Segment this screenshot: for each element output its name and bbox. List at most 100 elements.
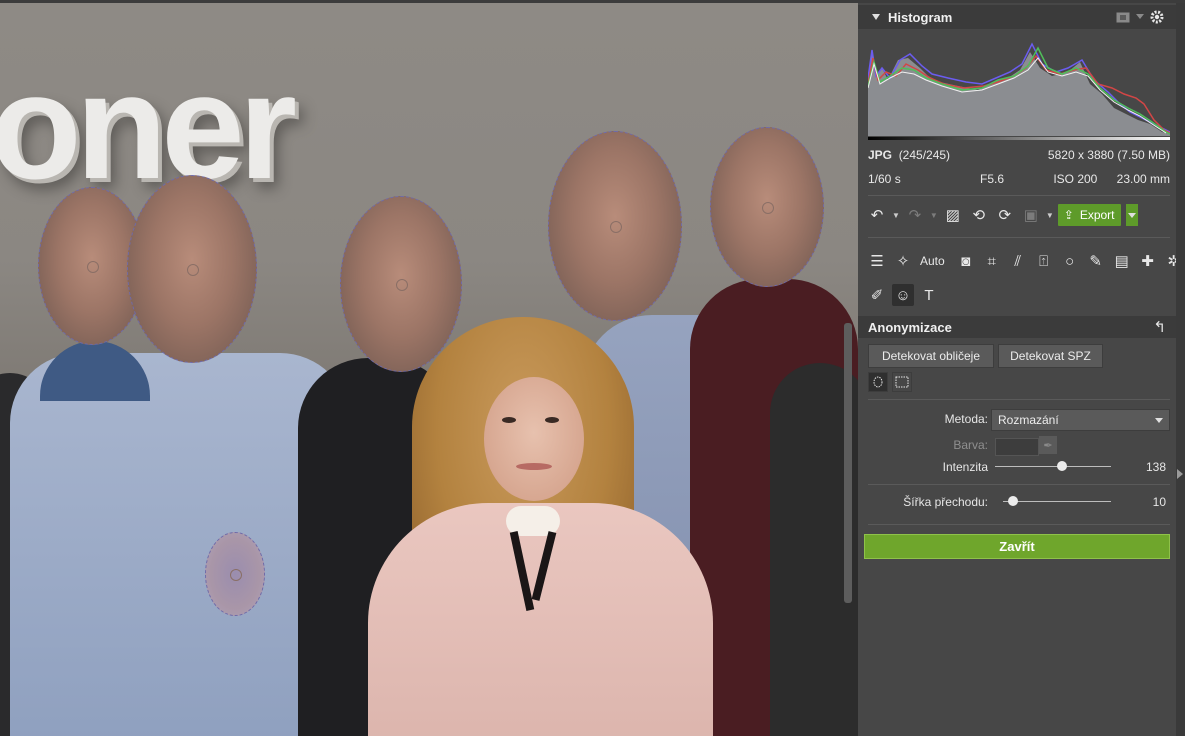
blur-region-center-handle[interactable] [396,279,408,291]
transition-width-label: Šířka přechodu: [903,495,988,509]
auto-label[interactable]: Auto [920,254,945,268]
color-label: Barva: [953,438,988,452]
save-icon[interactable]: ▣ [1020,204,1042,226]
chevron-down-icon[interactable] [1136,14,1144,20]
panel-scrollbar[interactable] [1176,3,1185,736]
eraser-icon[interactable]: ✐ [866,284,888,306]
woman-eye [545,417,559,423]
chevron-down-icon[interactable]: ▼ [892,211,900,220]
histogram-gradient-bar [868,137,1170,140]
gear-icon[interactable] [1150,10,1164,24]
rectangle-shape-button[interactable] [892,372,912,392]
tools-toolbar: ☰ ✧ Auto ◙ ⌗ ⫽ ⍐ ○ ✎ ▤ ✚ ✲ [866,250,1185,272]
person-behind-shirt [40,341,150,401]
right-panel: Histogram JPG (245/245) 5820 x 3880 (7.5… [858,3,1180,736]
divider [868,195,1170,196]
intensity-value: 138 [1145,460,1166,474]
sliders-icon[interactable]: ☰ [866,250,888,272]
anonymize-header: Anonymizace ↰ [858,316,1176,338]
ellipse-shape-button[interactable] [868,372,888,392]
divider [868,524,1170,525]
straighten-icon[interactable]: ⍐ [1033,250,1055,272]
bandage-icon[interactable]: ✚ [1137,250,1159,272]
chevron-down-icon[interactable]: ▼ [1046,211,1054,220]
blur-region-hand[interactable] [205,532,265,616]
histogram-title: Histogram [888,9,953,25]
circle-mask-icon[interactable]: ○ [1059,250,1081,272]
export-label: Export [1079,208,1115,222]
detect-plates-button[interactable]: Detekovat SPZ [998,344,1103,368]
blur-region-center-handle[interactable] [87,261,99,273]
crop-icon[interactable]: ⌗ [981,250,1003,272]
anonymize-mask-icon[interactable]: ☺ [892,284,914,306]
method-value: Rozmazání [998,413,1059,427]
transition-value: 10 [1152,495,1166,509]
rotate-left-icon[interactable]: ⟲ [968,204,990,226]
iso: ISO 200 [1053,172,1098,186]
woman-eye [502,417,516,423]
text-icon[interactable]: T [918,284,940,306]
gradient-icon[interactable]: ▤ [1111,250,1133,272]
blur-region[interactable] [548,131,682,321]
rectangle-icon [895,376,909,388]
exif-row: 1/60 s F5.6 ISO 200 23.00 mm [868,172,1170,186]
undo-icon[interactable]: ↶ [866,204,888,226]
export-button[interactable]: ⇪ Export [1057,204,1121,226]
chevron-down-icon[interactable]: ▼ [930,211,938,220]
blur-region-center-handle[interactable] [610,221,622,233]
camera-toggle-icon[interactable] [1116,11,1130,23]
magic-wand-icon[interactable]: ✧ [892,250,914,272]
file-info-row: JPG (245/245) 5820 x 3880 (7.50 MB) [868,148,1170,162]
method-label: Metoda: [944,412,988,426]
histogram-graph [868,38,1170,136]
export-icon: ⇪ [1063,208,1074,222]
chevron-down-icon [1127,212,1136,218]
ellipse-icon [873,376,883,388]
intensity-label: Intenzita [942,460,988,474]
transition-slider-track[interactable] [1003,501,1111,502]
blur-region-center-handle[interactable] [762,202,774,214]
histogram-header-icons [1116,10,1164,24]
perspective-icon[interactable]: ⫽ [1007,250,1029,272]
woman-face [484,377,584,501]
intensity-slider-knob[interactable] [1057,461,1068,471]
shutter-speed: 1/60 s [868,172,901,186]
file-dimensions: 5820 x 3880 (7.50 MB) [1047,148,1170,162]
chevron-down-icon [1155,417,1163,423]
camera-icon[interactable]: ◙ [955,250,977,272]
histogram-header[interactable]: Histogram [858,5,1176,29]
tools-toolbar-row2: ✐ ☺ T [866,284,940,306]
color-swatch[interactable] [995,438,1039,456]
eyedropper-icon[interactable]: ✒ [1039,436,1057,454]
export-menu-button[interactable] [1125,204,1138,226]
canvas-scrollbar[interactable] [844,323,852,603]
intensity-slider-track[interactable] [995,466,1111,467]
blur-region-center-handle[interactable] [230,569,242,581]
divider [868,237,1170,238]
close-button[interactable]: Zavřít [864,534,1170,559]
transition-slider-knob[interactable] [1007,496,1018,506]
file-format: JPG (245/245) [868,148,951,162]
focal-length: 23.00 mm [1116,172,1170,186]
collapse-triangle-icon[interactable] [872,14,880,20]
anonymize-title: Anonymizace [868,319,952,335]
expand-arrow-icon[interactable] [1177,469,1183,479]
image-icon[interactable]: ▨ [942,204,964,226]
photo-canvas[interactable]: oner [0,3,858,736]
blur-region[interactable] [127,175,257,363]
back-arrow-icon[interactable]: ↰ [1153,318,1166,336]
detect-faces-button[interactable]: Detekovat obličeje [868,344,994,368]
brush-icon[interactable]: ✎ [1085,250,1107,272]
woman-mouth [516,463,552,470]
blur-region[interactable] [340,196,462,372]
aperture: F5.6 [980,172,1005,186]
divider [868,484,1170,485]
redo-icon[interactable]: ↷ [904,204,926,226]
blur-region[interactable] [710,127,824,287]
divider [868,399,1170,400]
method-select[interactable]: Rozmazání [991,409,1170,431]
wall-logo-text: oner [0,42,297,210]
edit-toolbar: ↶ ▼ ↷ ▼ ▨ ⟲ ⟳ ▣ ▼ ⇪ Export [866,204,1138,226]
blur-region-center-handle[interactable] [187,264,199,276]
rotate-right-icon[interactable]: ⟳ [994,204,1016,226]
